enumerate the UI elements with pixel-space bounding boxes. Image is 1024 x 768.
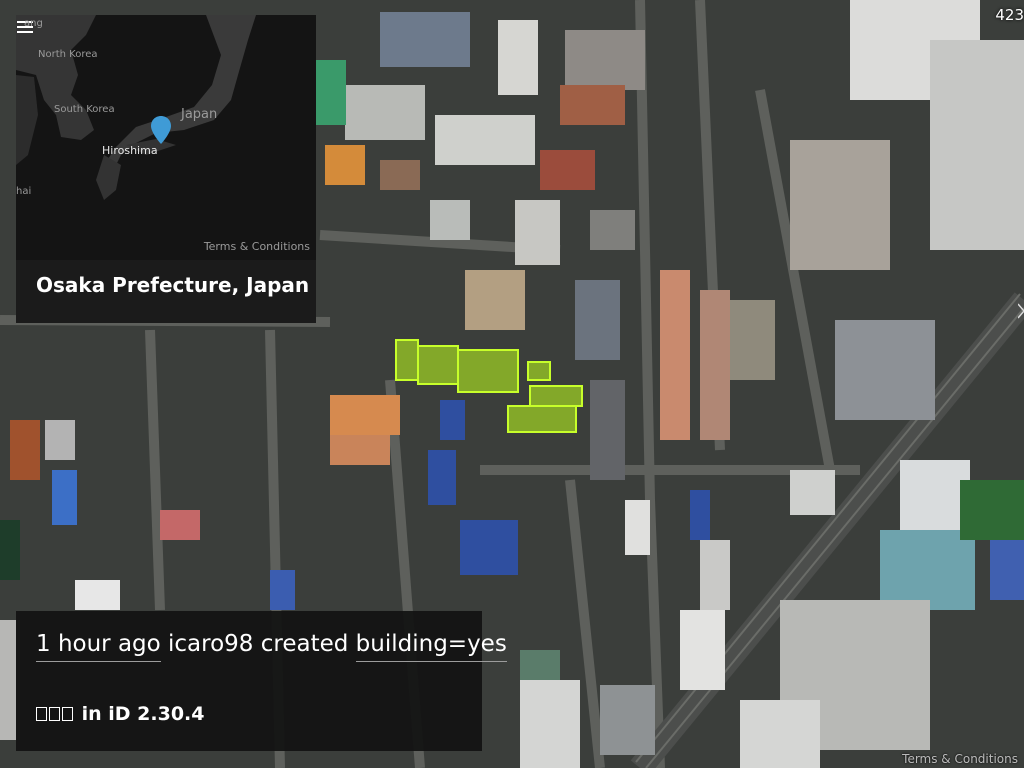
changeset-action: created [260, 631, 349, 657]
location-pin-icon [151, 116, 171, 144]
minimap-label-left-fragment: hai [16, 186, 32, 197]
missing-glyph-icon [62, 707, 73, 721]
minimap[interactable]: ang North Korea South Korea Japan Hirosh… [16, 15, 316, 260]
minimap-label-japan: Japan [181, 107, 218, 122]
missing-glyph-icon [36, 707, 47, 721]
minimap-label-fragment: ang [24, 18, 43, 29]
changeset-editor: in iD 2.30.4 [36, 703, 205, 725]
missing-glyph-icon [49, 707, 60, 721]
changeset-summary: 1 hour ago icaro98 created building=yes [36, 631, 507, 662]
terms-conditions-link[interactable]: Terms & Conditions [902, 752, 1018, 766]
minimap-terms-link[interactable]: Terms & Conditions [204, 240, 310, 253]
location-overview-panel: ang North Korea South Korea Japan Hirosh… [16, 15, 316, 323]
minimap-label-hiroshima: Hiroshima [102, 144, 158, 157]
place-name: Osaka Prefecture, Japan [36, 273, 310, 297]
edge-arrow-icon[interactable] [1017, 300, 1024, 322]
minimap-label-north-korea: North Korea [38, 49, 98, 60]
changeset-panel: 1 hour ago icaro98 created building=yes … [16, 611, 507, 751]
changeset-editor-label: in iD 2.30.4 [81, 703, 205, 725]
changeset-user[interactable]: icaro98 [168, 631, 253, 661]
minimap-label-south-korea: South Korea [54, 104, 115, 115]
edit-counter: 423 [995, 6, 1024, 24]
changeset-time: 1 hour ago [36, 631, 161, 662]
changeset-tag: building=yes [355, 631, 507, 662]
